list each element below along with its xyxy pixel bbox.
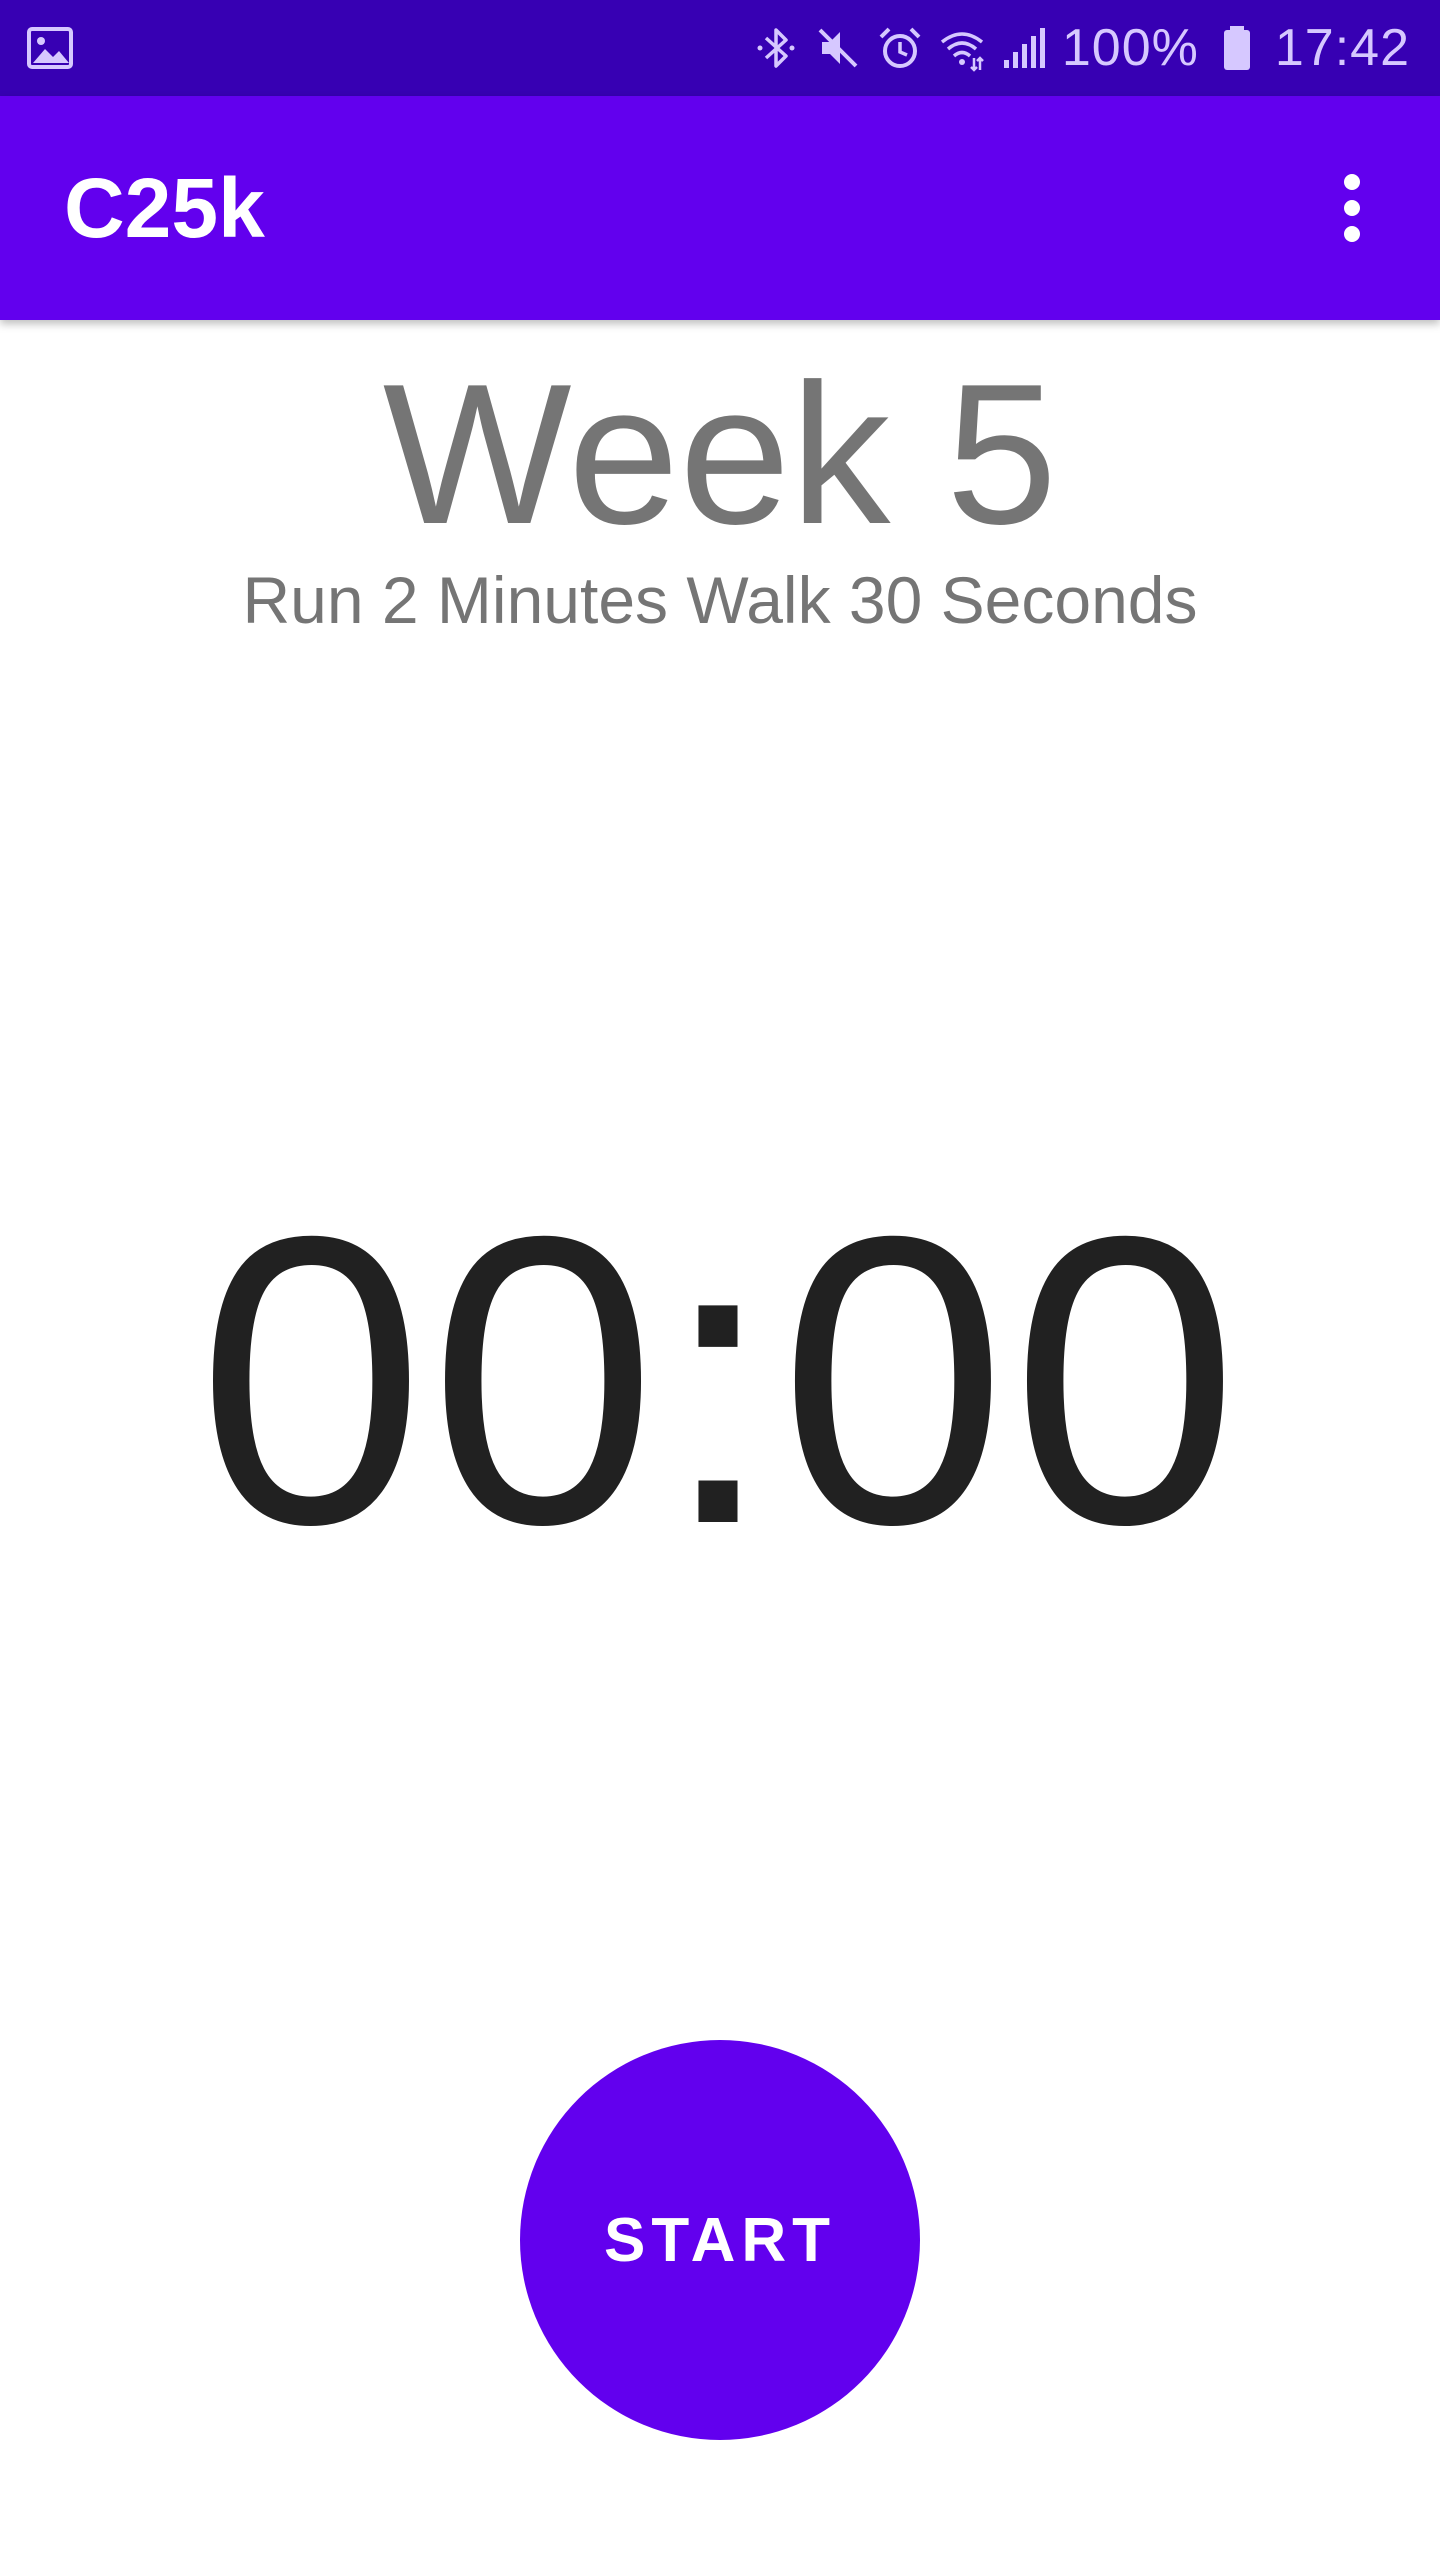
image-icon bbox=[26, 24, 74, 72]
battery-percent: 100% bbox=[1061, 19, 1199, 77]
bluetooth-icon bbox=[752, 24, 800, 72]
workout-description: Run 2 Minutes Walk 30 Seconds bbox=[242, 563, 1198, 637]
app-bar: C25k bbox=[0, 96, 1440, 320]
status-bar: 100% 17:42 bbox=[0, 0, 1440, 96]
alarm-icon bbox=[876, 24, 924, 72]
timer-display: 00:00 bbox=[196, 1151, 1243, 1609]
status-icons: 100% 17:42 bbox=[752, 0, 1410, 96]
week-title: Week 5 bbox=[382, 343, 1058, 566]
mute-icon bbox=[814, 24, 862, 72]
clock: 17:42 bbox=[1274, 19, 1410, 77]
wifi-icon bbox=[938, 24, 986, 72]
start-button[interactable]: START bbox=[520, 2040, 920, 2440]
signal-icon bbox=[1000, 24, 1048, 72]
more-vert-icon[interactable] bbox=[1296, 152, 1408, 264]
battery-icon bbox=[1213, 24, 1261, 72]
app-title: C25k bbox=[64, 161, 265, 255]
